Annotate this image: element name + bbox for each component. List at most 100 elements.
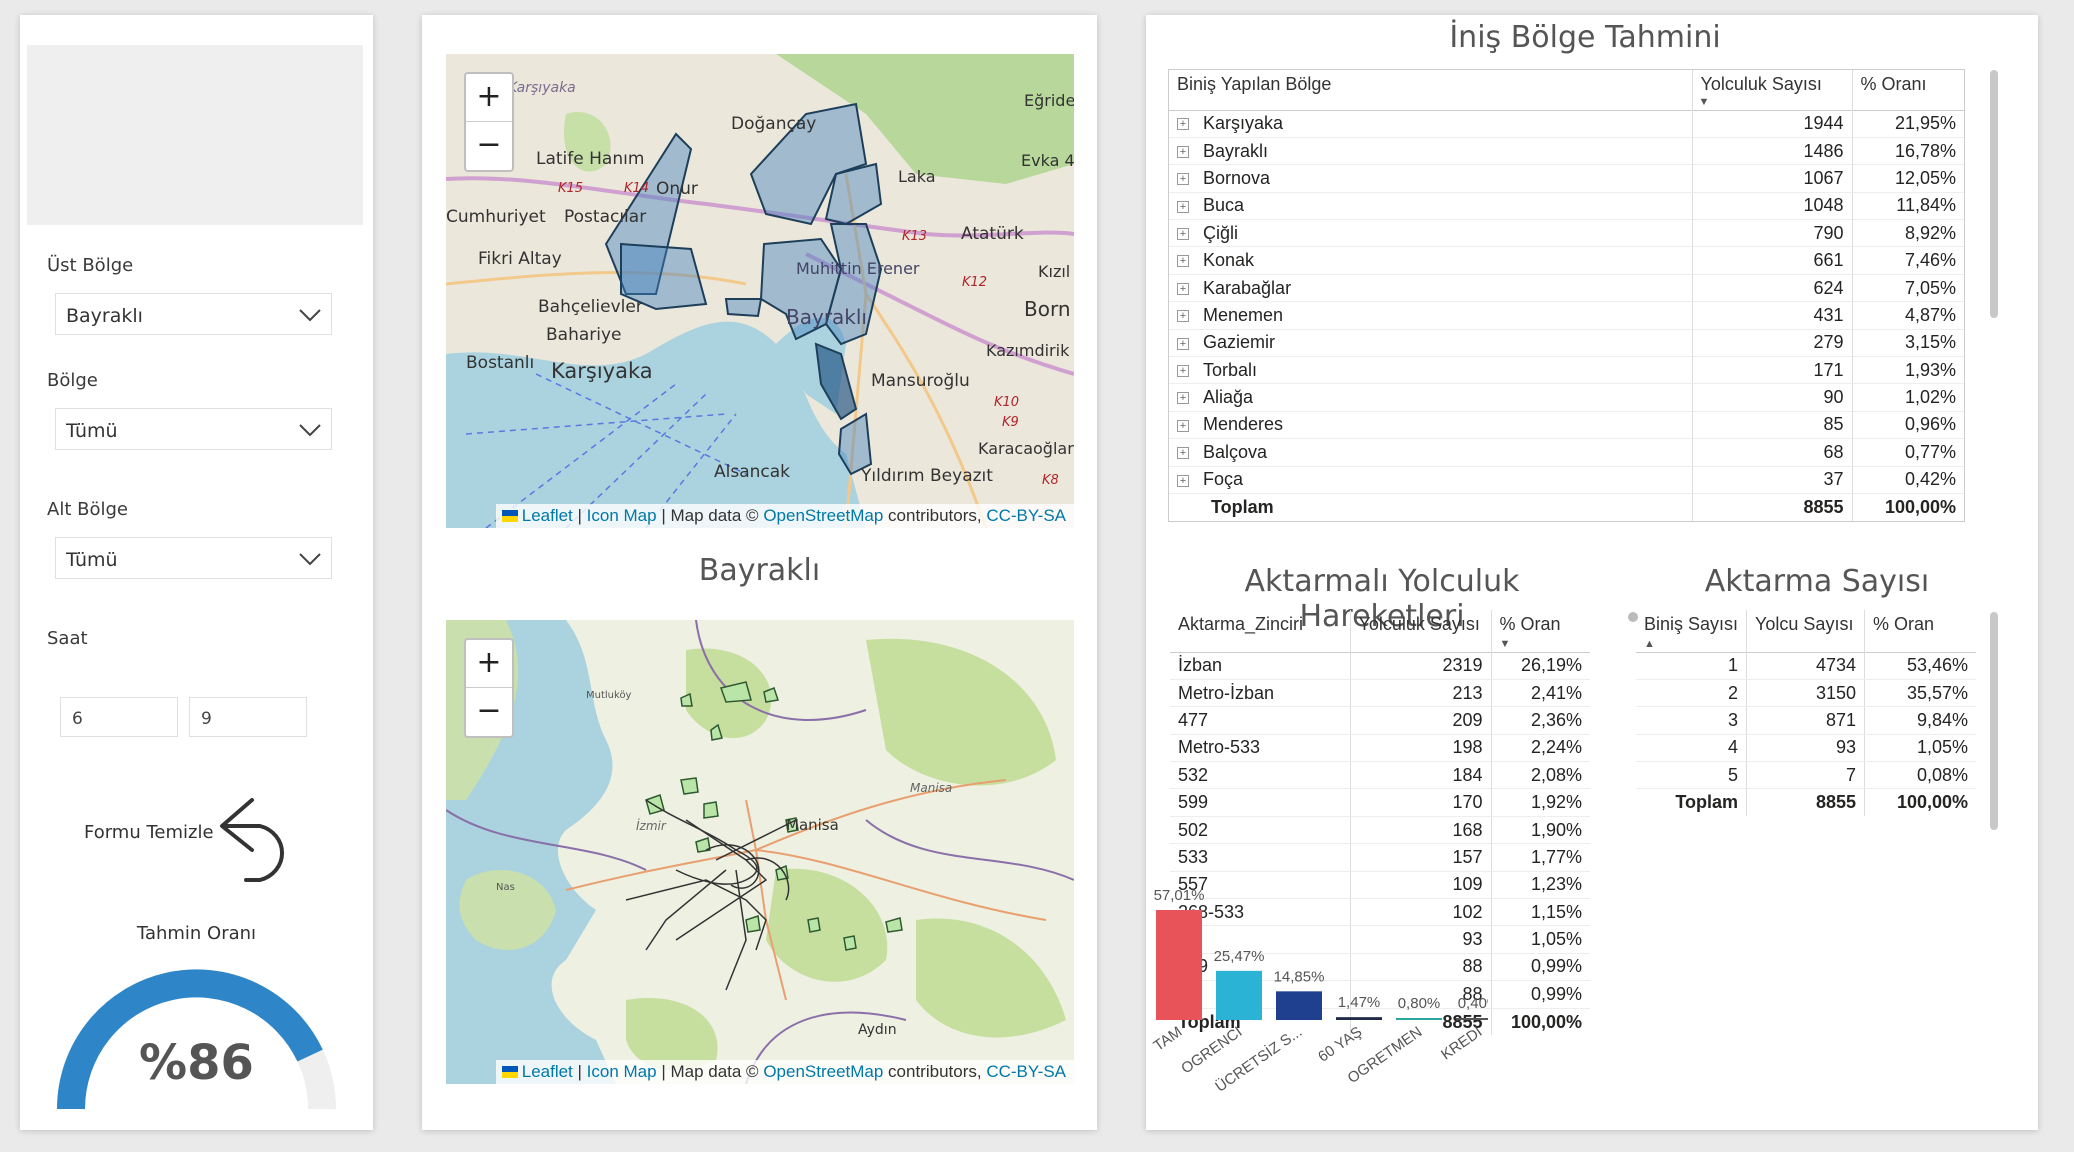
table-row[interactable]: 532 184 2,08% (1170, 761, 1590, 790)
table-cell: 157 (1350, 843, 1492, 872)
table-row[interactable]: + Menderes 85 0,96% (1169, 411, 1964, 440)
cc-link[interactable]: CC-BY-SA (986, 1062, 1066, 1081)
table-row[interactable]: 4 93 1,05% (1636, 734, 1976, 763)
expand-icon[interactable]: + (1177, 173, 1189, 186)
table-row[interactable]: 2 3150 35,57% (1636, 679, 1976, 708)
bar[interactable] (1216, 970, 1262, 1020)
table-row[interactable]: + Torbalı 171 1,93% (1169, 356, 1964, 385)
col-header[interactable]: Biniş Sayısı ▲ (1636, 610, 1748, 652)
expand-icon[interactable]: + (1177, 419, 1189, 432)
table-cell: 8,92% (1852, 219, 1964, 248)
table-row[interactable]: 502 168 1,90% (1170, 816, 1590, 845)
expand-icon[interactable]: + (1177, 255, 1189, 268)
expand-icon[interactable]: + (1177, 364, 1189, 377)
map-top[interactable]: Karşıyaka Doğançay Latife Hanım Onur Cum… (446, 54, 1074, 528)
expand-icon[interactable]: + (1177, 310, 1189, 323)
table-row[interactable]: 477 209 2,36% (1170, 706, 1590, 735)
zoom-out-button[interactable]: − (466, 122, 512, 170)
table-row[interactable]: 3 871 9,84% (1636, 706, 1976, 735)
ust-bolge-dropdown[interactable]: Bayraklı (55, 293, 332, 335)
table-row[interactable]: 5 7 0,08% (1636, 761, 1976, 790)
table-row[interactable]: + Menemen 431 4,87% (1169, 301, 1964, 330)
table-row[interactable]: 533 157 1,77% (1170, 843, 1590, 872)
bar[interactable] (1456, 1018, 1488, 1020)
table-row[interactable]: + Konak 661 7,46% (1169, 246, 1964, 275)
table-cell: 184 (1350, 761, 1492, 790)
aktarma-sayisi-title: Aktarma Sayısı (1704, 564, 1930, 599)
map-label: Cumhuriyet (446, 207, 546, 227)
table-cell: + Karşıyaka (1169, 110, 1693, 138)
map-label: Karşıyaka (508, 80, 576, 96)
bar[interactable] (1396, 1018, 1442, 1020)
bar[interactable] (1156, 910, 1202, 1020)
leaflet-link[interactable]: Leaflet (522, 1062, 573, 1081)
saat-from-input[interactable]: 6 (60, 697, 178, 737)
table-cell: 2,24% (1491, 734, 1590, 763)
col-header[interactable]: % Oranı (1852, 70, 1964, 110)
table-row[interactable]: + Buca 1048 11,84% (1169, 192, 1964, 221)
osm-link[interactable]: OpenStreetMap (763, 506, 883, 525)
expand-icon[interactable]: + (1177, 282, 1189, 295)
bar[interactable] (1336, 1017, 1382, 1020)
leaflet-link[interactable]: Leaflet (522, 506, 573, 525)
col-header[interactable]: Biniş Yapılan Bölge (1169, 70, 1693, 110)
cc-link[interactable]: CC-BY-SA (986, 506, 1066, 525)
table-row[interactable]: + Bornova 1067 12,05% (1169, 164, 1964, 193)
ust-bolge-label: Üst Bölge (47, 255, 134, 276)
saat-to-input[interactable]: 9 (189, 697, 307, 737)
table-row[interactable]: + Çiğli 790 8,92% (1169, 219, 1964, 248)
data-label: 25,47% (1214, 948, 1265, 965)
table-cell: + Çiğli (1169, 219, 1693, 248)
zoom-out-button[interactable]: − (466, 688, 512, 736)
col-header[interactable]: Yolculuk Sayısı ▼ (1692, 70, 1853, 110)
table-row[interactable]: + Balçova 68 0,77% (1169, 438, 1964, 467)
table-row[interactable]: + Gaziemir 279 3,15% (1169, 329, 1964, 358)
map-bottom[interactable]: Manisa Manisa İzmir Aydın Mutluköy Nas +… (446, 620, 1074, 1084)
bolge-dropdown[interactable]: Tümü (55, 408, 332, 450)
iconmap-link[interactable]: Icon Map (587, 1062, 657, 1081)
table-cell: 209 (1350, 706, 1492, 735)
inis-table: Biniş Yapılan Bölge Yolculuk Sayısı ▼ % O… (1168, 69, 1965, 522)
expand-icon[interactable]: + (1177, 200, 1189, 213)
zoom-in-button[interactable]: + (466, 74, 512, 122)
table-row[interactable]: Metro-533 198 2,24% (1170, 734, 1590, 763)
expand-icon[interactable]: + (1177, 228, 1189, 240)
col-header[interactable]: % Oran ▼ (1491, 610, 1590, 652)
expand-icon[interactable]: + (1177, 118, 1189, 131)
bar[interactable] (1276, 991, 1322, 1020)
table-cell: 1,23% (1491, 871, 1590, 900)
table-row[interactable]: Metro-İzban 213 2,41% (1170, 679, 1590, 708)
table-cell: + Buca (1169, 192, 1693, 221)
zoom-in-button[interactable]: + (466, 640, 512, 688)
expand-icon[interactable]: + (1177, 474, 1189, 487)
iconmap-link[interactable]: Icon Map (587, 506, 657, 525)
table-row[interactable]: + Bayraklı 1486 16,78% (1169, 137, 1964, 166)
expand-icon[interactable]: + (1177, 447, 1189, 460)
attribution-text: contributors, (883, 506, 987, 525)
col-header[interactable]: % Oran (1865, 610, 1976, 652)
table-cell: 0,42% (1852, 466, 1964, 494)
clear-form-label[interactable]: Formu Temizle (84, 822, 214, 843)
osm-link[interactable]: OpenStreetMap (763, 1062, 883, 1081)
table-row[interactable]: 599 170 1,92% (1170, 788, 1590, 817)
alt-bolge-dropdown[interactable]: Tümü (55, 537, 332, 579)
expand-icon[interactable]: + (1177, 337, 1189, 350)
table-row[interactable]: + Karşıyaka 1944 21,95% (1169, 110, 1964, 138)
table-row[interactable]: + Karabağlar 624 7,05% (1169, 274, 1964, 303)
undo-icon[interactable] (216, 790, 306, 882)
expand-icon[interactable]: + (1177, 145, 1189, 158)
col-header[interactable]: Aktarma_Zinciri (1170, 610, 1351, 652)
table-row[interactable]: + Foça 37 0,42% (1169, 466, 1964, 494)
inis-scrollbar[interactable] (1990, 70, 1998, 318)
table-cell: 2 (1636, 679, 1748, 708)
table-row[interactable]: İzban 2319 26,19% (1170, 652, 1590, 680)
table-row[interactable]: 1 4734 53,46% (1636, 652, 1976, 680)
map-label: Kazımdirik (986, 341, 1070, 360)
aktarma-scrollbar[interactable] (1990, 612, 1998, 830)
col-header[interactable]: Yolculuk Sayısı (1350, 610, 1492, 652)
col-header[interactable]: Yolcu Sayısı (1746, 610, 1866, 652)
table-cell: 1,02% (1852, 383, 1964, 412)
resize-handle[interactable] (1628, 612, 1638, 622)
table-row[interactable]: + Aliağa 90 1,02% (1169, 383, 1964, 412)
expand-icon[interactable]: + (1177, 392, 1189, 405)
